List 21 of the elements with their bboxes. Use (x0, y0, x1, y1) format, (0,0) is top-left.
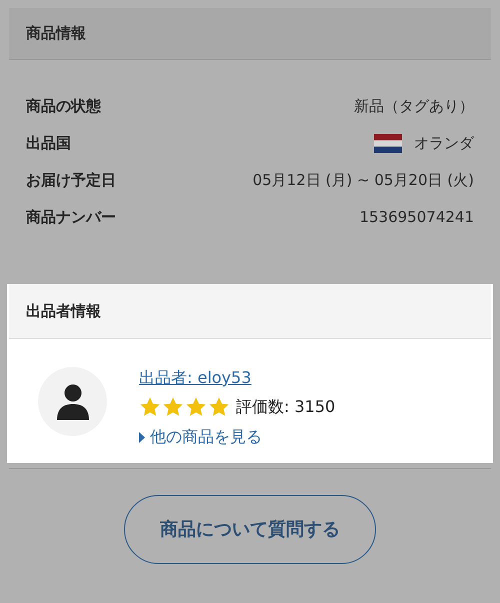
row-label: お届け予定日 (26, 170, 116, 192)
star-icon (185, 396, 207, 418)
rating-count: 評価数: 3150 (236, 396, 336, 418)
row-value: オランダ (414, 133, 474, 154)
row-label: 商品ナンバー (26, 207, 116, 228)
star-icon (162, 396, 184, 418)
row-label: 出品国 (26, 133, 71, 154)
star-icon (139, 396, 161, 418)
star-icon (208, 396, 230, 418)
seller-link[interactable]: 出品者: eloy53 (139, 367, 336, 389)
more-items-link[interactable]: 他の商品を見る (139, 425, 336, 449)
row-label: 商品の状態 (26, 96, 101, 118)
caret-icon (139, 432, 145, 442)
flag-icon (374, 134, 402, 153)
row-value: 05月12日 (月) ~ 05月20日 (火) (252, 170, 474, 192)
ask-question-button[interactable]: 商品について質問する (124, 495, 376, 564)
section-title: 商品情報 (26, 23, 86, 44)
row-value: 153695074241 (359, 207, 474, 228)
person-icon (56, 384, 88, 420)
section-title: 出品者情報 (26, 300, 101, 322)
row-value: 新品（タグあり） (354, 96, 474, 118)
